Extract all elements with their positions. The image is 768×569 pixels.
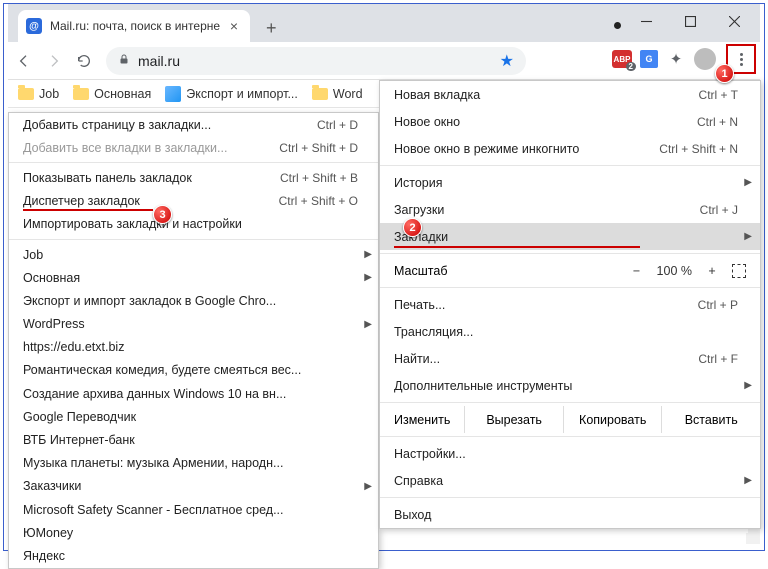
edit-label: Изменить bbox=[380, 406, 464, 433]
submenu-item[interactable]: Романтическая комедия, будете смеяться в… bbox=[9, 359, 378, 382]
chevron-right-icon: ▶ bbox=[364, 319, 372, 330]
edit-paste-button[interactable]: Вставить bbox=[661, 406, 760, 433]
reload-button[interactable] bbox=[76, 53, 92, 69]
edit-copy-button[interactable]: Копировать bbox=[563, 406, 662, 433]
zoom-value: 100 % bbox=[657, 264, 692, 278]
menu-edit-row: Изменить Вырезать Копировать Вставить bbox=[380, 406, 760, 433]
back-button[interactable] bbox=[16, 53, 32, 69]
submenu-folder[interactable]: Заказчики▶ bbox=[9, 475, 378, 498]
submenu-item[interactable]: Музыка планеты: музыка Армении, народн..… bbox=[9, 452, 378, 475]
folder-icon bbox=[18, 88, 34, 100]
submenu-manager[interactable]: Диспетчер закладокCtrl + Shift + O bbox=[9, 190, 378, 213]
menu-downloads[interactable]: ЗагрузкиCtrl + J bbox=[380, 196, 760, 223]
maximize-button[interactable] bbox=[668, 8, 712, 34]
forward-button[interactable] bbox=[46, 53, 62, 69]
menu-new-window[interactable]: Новое окноCtrl + N bbox=[380, 108, 760, 135]
menu-more-tools[interactable]: Дополнительные инструменты▶ bbox=[380, 372, 760, 399]
import-export-icon bbox=[165, 86, 181, 102]
submenu-add-page[interactable]: Добавить страницу в закладки...Ctrl + D bbox=[9, 113, 378, 136]
bookmark-folder-job[interactable]: Job bbox=[18, 87, 59, 101]
close-window-button[interactable] bbox=[712, 8, 756, 34]
submenu-item[interactable]: Экспорт и импорт закладок в Google Chro.… bbox=[9, 289, 378, 312]
bookmark-star-icon[interactable]: ★ bbox=[500, 51, 514, 71]
tab-title: Mail.ru: почта, поиск в интерне bbox=[50, 19, 226, 33]
menu-incognito[interactable]: Новое окно в режиме инкогнитоCtrl + Shif… bbox=[380, 135, 760, 162]
menu-print[interactable]: Печать...Ctrl + P bbox=[380, 291, 760, 318]
fullscreen-icon[interactable] bbox=[732, 264, 746, 278]
menu-find[interactable]: Найти...Ctrl + F bbox=[380, 345, 760, 372]
menu-settings[interactable]: Настройки... bbox=[380, 440, 760, 467]
submenu-folder[interactable]: Основная▶ bbox=[9, 266, 378, 289]
menu-history[interactable]: История▶ bbox=[380, 169, 760, 196]
profile-avatar[interactable] bbox=[694, 48, 716, 70]
edit-cut-button[interactable]: Вырезать bbox=[464, 406, 563, 433]
submenu-folder[interactable]: WordPress▶ bbox=[9, 313, 378, 336]
chrome-main-menu: Новая вкладкаCtrl + T Новое окноCtrl + N… bbox=[379, 80, 761, 529]
lock-icon bbox=[118, 52, 130, 70]
abp-badge: 2 bbox=[626, 62, 636, 71]
submenu-item[interactable]: ВТБ Интернет-банк bbox=[9, 428, 378, 451]
annotation-step-1: 1 bbox=[715, 64, 734, 83]
chevron-right-icon: ▶ bbox=[364, 249, 372, 260]
menu-cast[interactable]: Трансляция... bbox=[380, 318, 760, 345]
submenu-folder[interactable]: Job▶ bbox=[9, 243, 378, 266]
folder-icon bbox=[312, 88, 328, 100]
submenu-item[interactable]: Microsoft Safety Scanner - Бесплатное ср… bbox=[9, 498, 378, 521]
extensions-puzzle-icon[interactable]: ✦ bbox=[666, 49, 686, 69]
menu-help[interactable]: Справка▶ bbox=[380, 467, 760, 494]
address-bar[interactable]: mail.ru ★ bbox=[106, 47, 526, 75]
chevron-right-icon: ▶ bbox=[364, 272, 372, 283]
minimize-button[interactable] bbox=[624, 8, 668, 34]
zoom-out-button[interactable]: − bbox=[631, 264, 643, 278]
extension-translate-icon[interactable]: G bbox=[640, 50, 658, 68]
chevron-right-icon: ▶ bbox=[744, 380, 752, 391]
submenu-show-bar[interactable]: Показывать панель закладокCtrl + Shift +… bbox=[9, 166, 378, 189]
menu-zoom: Масштаб − 100 % + bbox=[380, 257, 760, 284]
account-indicator-icon bbox=[614, 22, 621, 29]
chevron-right-icon: ▶ bbox=[744, 177, 752, 188]
submenu-add-all: Добавить все вкладки в закладки...Ctrl +… bbox=[9, 136, 378, 159]
kebab-icon bbox=[740, 53, 743, 66]
annotation-step-2: 2 bbox=[403, 218, 422, 237]
annotation-step-3: 3 bbox=[153, 205, 172, 224]
bookmark-folder-main[interactable]: Основная bbox=[73, 87, 151, 101]
site-favicon bbox=[26, 18, 42, 34]
chevron-right-icon: ▶ bbox=[744, 231, 752, 242]
bookmarks-submenu: Добавить страницу в закладки...Ctrl + D … bbox=[8, 112, 379, 569]
menu-bookmarks[interactable]: Закладки▶ bbox=[380, 223, 760, 250]
chevron-right-icon: ▶ bbox=[744, 475, 752, 486]
menu-new-tab[interactable]: Новая вкладкаCtrl + T bbox=[380, 81, 760, 108]
submenu-item[interactable]: Яндекс bbox=[9, 544, 378, 567]
menu-exit[interactable]: Выход bbox=[380, 501, 760, 528]
annotation-underline bbox=[394, 246, 640, 248]
bookmark-export-import[interactable]: Экспорт и импорт... bbox=[165, 86, 298, 102]
annotation-underline bbox=[23, 209, 153, 211]
zoom-in-button[interactable]: + bbox=[706, 264, 718, 278]
submenu-item[interactable]: Создание архива данных Windows 10 на вн.… bbox=[9, 382, 378, 405]
submenu-item[interactable]: https://edu.etxt.biz bbox=[9, 336, 378, 359]
submenu-item[interactable]: Google Переводчик bbox=[9, 405, 378, 428]
url-text: mail.ru bbox=[138, 53, 180, 69]
extension-abp-icon[interactable]: ABP2 bbox=[612, 50, 632, 68]
submenu-item[interactable]: ЮMoney bbox=[9, 521, 378, 544]
close-tab-icon[interactable]: × bbox=[226, 18, 242, 34]
bookmark-folder-word[interactable]: Word bbox=[312, 87, 363, 101]
browser-tab[interactable]: Mail.ru: почта, поиск в интерне × bbox=[18, 10, 250, 42]
new-tab-button[interactable]: + bbox=[266, 18, 277, 39]
submenu-import[interactable]: Импортировать закладки и настройки bbox=[9, 213, 378, 236]
folder-icon bbox=[73, 88, 89, 100]
chevron-right-icon: ▶ bbox=[364, 481, 372, 492]
